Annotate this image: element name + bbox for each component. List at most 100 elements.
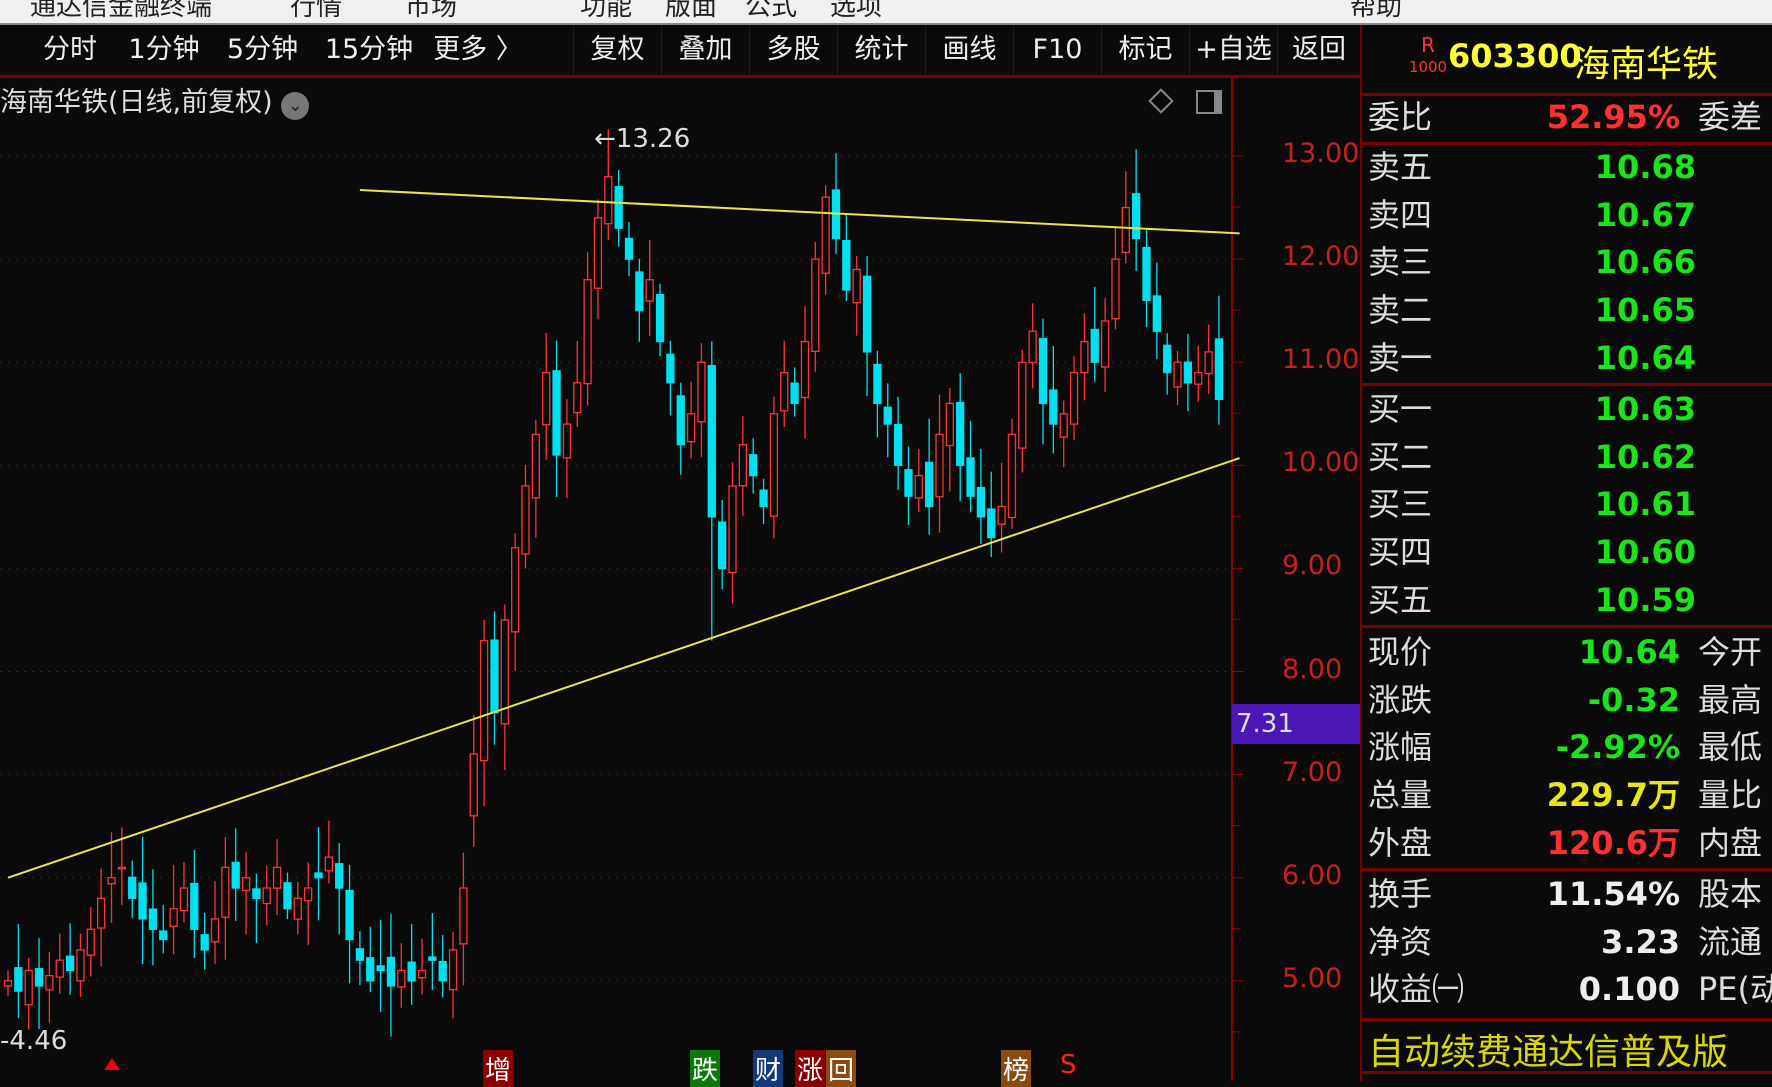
candle-body	[1132, 193, 1141, 240]
stock-code: 603300	[1448, 37, 1582, 75]
event-marker[interactable]: 财	[753, 1050, 784, 1087]
toolbar-button[interactable]: 统计	[837, 25, 925, 75]
row-right-label: 今开	[1698, 633, 1763, 671]
row-value: 10.63	[1594, 390, 1696, 428]
row-label: 卖二	[1368, 291, 1433, 330]
quote-row: 收益㈠ 0.100 PE(动	[1368, 967, 1772, 1011]
y-tick-label: 5.00	[1282, 962, 1343, 994]
row-label: 卖五	[1368, 148, 1433, 186]
event-marker[interactable]: 回	[826, 1050, 857, 1087]
quote-row: 卖五 10.68	[1368, 145, 1772, 189]
toolbar-button[interactable]: 标记	[1101, 25, 1189, 75]
row-value: 10.59	[1594, 580, 1696, 619]
menu-item[interactable]: 市场	[405, 0, 457, 23]
menu-item[interactable]: 功能	[580, 0, 632, 23]
candle-body	[117, 866, 126, 870]
toolbar-button[interactable]: 画线	[925, 25, 1013, 75]
menu-item[interactable]: 行情	[290, 0, 342, 23]
candle-body	[210, 918, 220, 943]
candle-body	[428, 956, 437, 961]
quote-row: 卖四 10.67	[1368, 193, 1772, 237]
y-tick-label: 10.00	[1282, 447, 1360, 479]
menu-item[interactable]: 公式	[745, 0, 797, 23]
menu-bar: 通达信金融终端 行情 市场 功能 版面 公式 选项 帮助	[0, 0, 1772, 25]
buy-signal-arrow-icon	[104, 1058, 120, 1070]
candle-body	[1059, 413, 1068, 438]
event-marker[interactable]: 增	[483, 1050, 514, 1087]
panel-toggle-icon[interactable]	[1196, 90, 1222, 114]
candle-body	[459, 887, 468, 945]
candle-body	[728, 485, 737, 574]
candle-body	[521, 485, 530, 555]
candle-body	[366, 957, 375, 982]
row-label: 买三	[1368, 485, 1433, 524]
candle-body	[190, 882, 199, 930]
row-value: 10.62	[1594, 437, 1696, 476]
candle-body	[997, 505, 1006, 525]
badge-bottom: 1000	[1408, 58, 1448, 76]
candle-body	[14, 967, 23, 992]
row-label: 涨幅	[1368, 728, 1433, 767]
row-right-label: 最高	[1698, 680, 1763, 719]
chevron-down-icon[interactable]: ⌄	[281, 92, 310, 120]
quote-panel: R 1000 603300 海南华铁 委比 52.95% 委差 卖五 10.68 卖四 10…	[1360, 25, 1772, 1081]
row-value: 10.64	[1594, 338, 1696, 377]
kline-chart[interactable]	[0, 78, 1360, 1081]
candle-body	[956, 401, 965, 466]
candle-body	[624, 237, 634, 260]
row-right-label: 内盘	[1698, 823, 1763, 862]
toolbar-button[interactable]: 复权	[573, 25, 661, 75]
menu-item[interactable]: 版面	[665, 0, 717, 23]
row-value: -2.92%	[1555, 728, 1680, 767]
toolbar-button[interactable]: 返回	[1277, 25, 1360, 75]
candle-body	[293, 897, 302, 920]
candle-body	[65, 955, 75, 972]
candle-body	[138, 882, 147, 920]
toolbar-button[interactable]: 1分钟	[118, 25, 210, 75]
event-marker[interactable]: 榜	[1001, 1050, 1032, 1087]
toolbar-button[interactable]: 更多 〉	[428, 25, 528, 75]
candle-body	[1018, 361, 1027, 449]
promo-link[interactable]: 自动续费通达信普及版	[1368, 1023, 1728, 1075]
candle-body	[1049, 389, 1058, 425]
candle-body	[666, 353, 675, 384]
candle-body	[386, 956, 396, 987]
candle-body	[987, 508, 996, 539]
row-label: 现价	[1368, 633, 1433, 671]
toolbar-button[interactable]: 多股	[749, 25, 837, 75]
candle-body	[283, 882, 292, 910]
candle-body	[417, 969, 427, 979]
menu-item[interactable]: 选项	[830, 0, 882, 23]
candle-body	[800, 340, 810, 399]
row-right-label: 股本	[1698, 875, 1763, 913]
candle-body	[34, 968, 44, 987]
candle-body	[490, 639, 499, 714]
quote-row: 买一 10.63	[1368, 387, 1772, 431]
candle-body	[1069, 371, 1079, 425]
candle-body	[914, 474, 923, 499]
row-right-label: 量比	[1698, 776, 1763, 815]
candle-body	[976, 486, 986, 518]
divider	[1362, 625, 1772, 628]
event-marker[interactable]: 涨	[795, 1050, 826, 1087]
row-value: 10.61	[1594, 485, 1696, 524]
candle-body	[573, 382, 582, 414]
toolbar-button[interactable]: 叠加	[661, 25, 749, 75]
candle-body	[1194, 371, 1203, 385]
toolbar-button[interactable]: 分时	[30, 25, 110, 75]
menu-item[interactable]: 通达信金融终端	[30, 0, 212, 23]
toolbar-button[interactable]: +自选	[1189, 25, 1277, 75]
candle-body	[1111, 258, 1120, 320]
event-marker[interactable]: S	[1058, 1050, 1079, 1080]
candle-body	[469, 753, 478, 817]
quote-row: 买五 10.59	[1368, 578, 1772, 622]
candle-body	[686, 413, 696, 443]
candle-body	[604, 175, 613, 225]
toolbar-button[interactable]: 5分钟	[215, 25, 310, 75]
event-marker[interactable]: 跌	[690, 1050, 721, 1087]
candle-body	[531, 433, 540, 499]
toolbar-button[interactable]: F10	[1013, 25, 1101, 75]
toolbar-button[interactable]: 15分钟	[314, 25, 424, 75]
y-tick-label: 11.00	[1282, 344, 1360, 376]
menu-item[interactable]: 帮助	[1350, 0, 1402, 23]
